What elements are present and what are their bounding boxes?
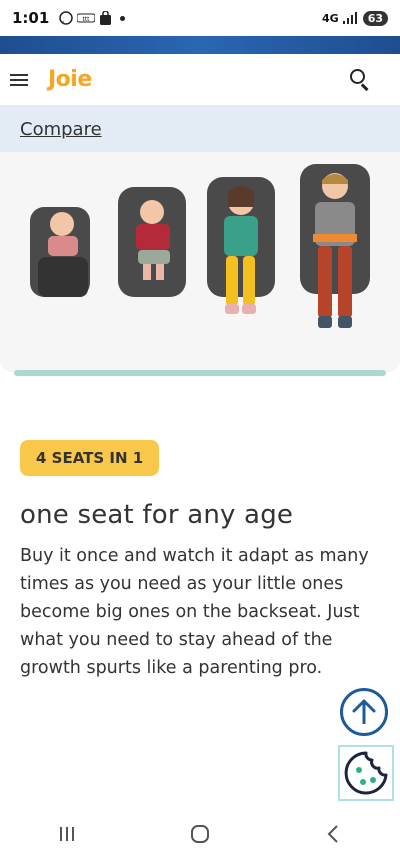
product-headline: one seat for any age: [20, 500, 294, 530]
status-time: 1:01: [12, 9, 50, 27]
battery-indicator: 63: [362, 10, 388, 26]
compare-bar: Compare: [0, 106, 400, 152]
svg-text:ttt: ttt: [83, 16, 91, 23]
signal-icon: [342, 12, 357, 24]
joie-logo[interactable]: Joie: [48, 67, 92, 92]
car-seats-illustration: [30, 164, 370, 328]
status-bar: 1:01 ttt 4G 63: [0, 0, 400, 36]
back-icon[interactable]: [313, 819, 353, 849]
product-image: [0, 152, 400, 372]
notification-dot: [120, 15, 126, 21]
product-badge: 4 SEATS IN 1: [20, 440, 160, 476]
compare-link[interactable]: Compare: [20, 119, 102, 140]
toddler-seat-image: [118, 187, 186, 297]
child-seat-image: [207, 177, 275, 314]
site-header: Joie: [0, 54, 400, 106]
network-indicator: 4G: [322, 11, 339, 25]
system-nav-bar: [0, 810, 400, 857]
arrow-up-icon: [352, 699, 376, 724]
search-icon[interactable]: [350, 68, 372, 91]
blue-accent-bar: [0, 36, 400, 54]
notification-icon: ttt: [77, 13, 96, 23]
image-divider-line: [14, 370, 386, 376]
cookie-settings-button[interactable]: [338, 745, 394, 801]
recent-apps-icon[interactable]: [47, 819, 87, 849]
whatsapp-icon: [59, 11, 74, 25]
shopping-bag-icon: [100, 11, 112, 25]
product-description: Buy it once and watch it adapt as many t…: [20, 546, 369, 678]
hamburger-icon[interactable]: [10, 73, 28, 86]
cookie-icon: [344, 751, 388, 795]
infant-seat-image: [30, 207, 90, 297]
booster-seat-image: [300, 164, 370, 328]
scroll-to-top-button[interactable]: [340, 688, 388, 736]
home-icon[interactable]: [180, 819, 220, 849]
